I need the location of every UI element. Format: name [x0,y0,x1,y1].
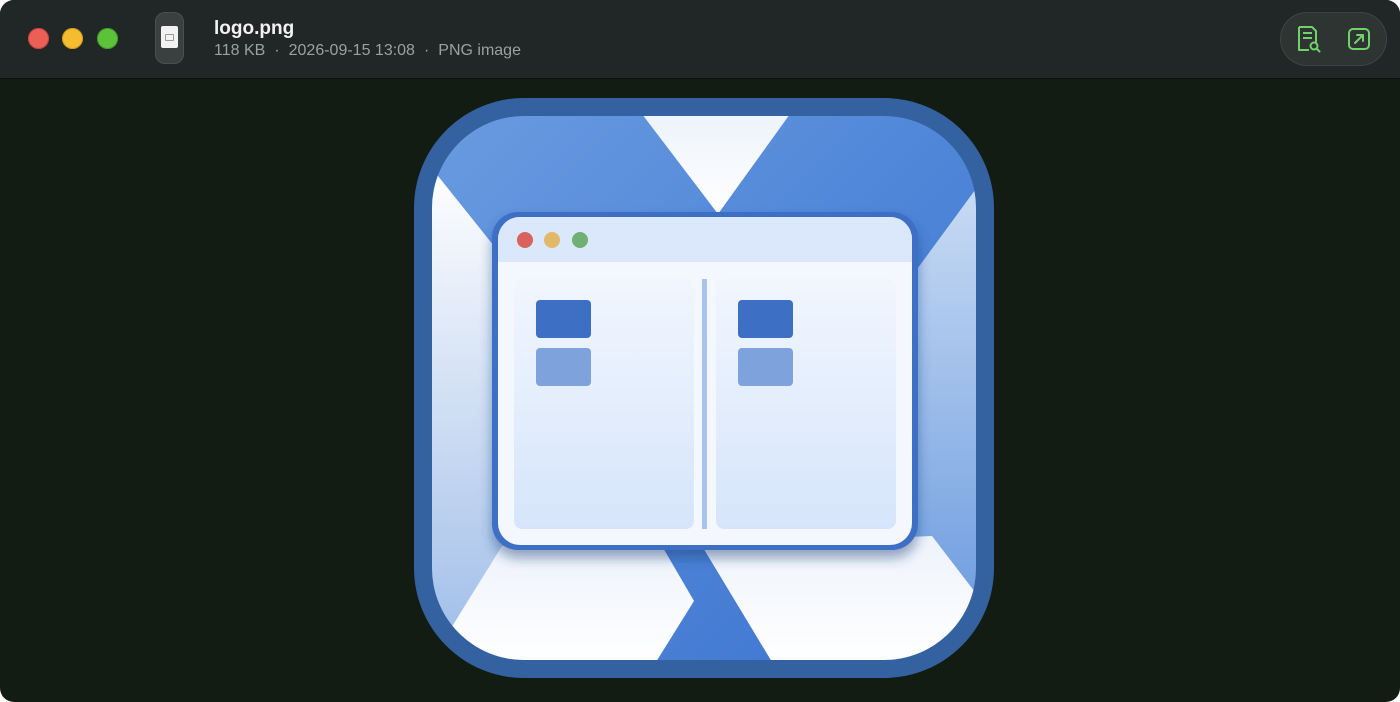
meta-separator: · [423,42,430,59]
file-name: logo.png [214,18,295,39]
zoom-button[interactable] [97,28,118,49]
open-with-preview-button[interactable] [1292,23,1324,55]
file-modified: 2026-09-15 13:08 [288,42,415,59]
quicklook-window: logo.png 118 KB · 2026-09-15 13:08 · PNG ima… [0,0,1400,702]
file-kind: PNG image [438,42,521,59]
minimize-button[interactable] [62,28,83,49]
image-canvas [0,79,1400,702]
image-file-icon [155,12,184,64]
open-external-icon [1348,28,1370,50]
file-size: 118 KB [214,42,266,59]
toolbar-group [1280,12,1387,66]
close-button[interactable] [28,28,49,49]
open-external-button[interactable] [1343,23,1375,55]
file-meta: 118 KB · 2026-09-15 13:08 · PNG image [214,42,521,60]
preview-document-icon [1298,26,1321,53]
meta-separator: · [274,42,280,59]
title-bar: logo.png 118 KB · 2026-09-15 13:08 · PNG ima… [0,0,1400,79]
app-icon-image [414,98,994,678]
